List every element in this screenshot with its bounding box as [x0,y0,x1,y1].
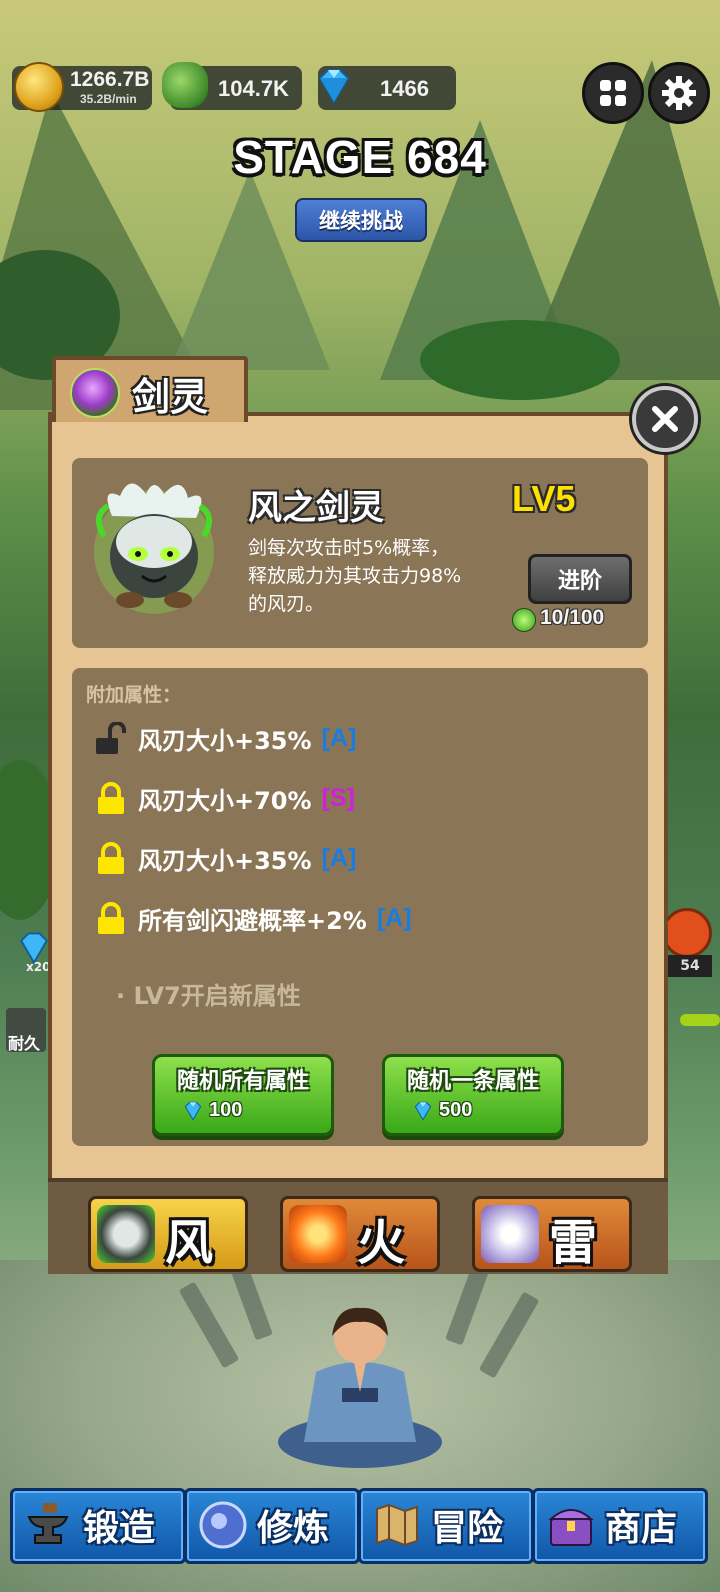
attribute-row[interactable]: 风刃大小+35% [A] [96,718,356,758]
close-icon [652,406,678,432]
side-gem-multiplier: x20 [26,960,51,974]
gear-icon [662,76,696,110]
bottom-navigation: 锻造 修炼 冒险 商店 [0,1480,720,1592]
spirit-description-line: 剑每次攻击时5%概率， [248,537,450,559]
button-label: 随机所有属性 [176,1069,309,1094]
tab-thunder[interactable]: 雷 [472,1196,632,1272]
attribute-text: 风刃大小+35% [138,726,312,755]
element-tab-bar: 风 火 雷 [48,1178,668,1274]
random-all-attributes-button[interactable]: 随机所有属性 100 [152,1054,334,1136]
continue-challenge-button[interactable]: 继续挑战 [295,198,427,242]
gold-coin-icon [14,62,64,112]
jade-counter: 104.7K [162,62,302,110]
attribute-grade: [A] [321,723,357,752]
attribute-grade: [A] [321,843,357,872]
nav-forge[interactable]: 锻造 [10,1488,186,1564]
tab-label: 火 [357,1215,406,1271]
diamond-icon [184,1101,202,1121]
anvil-icon [27,1503,69,1544]
hero-character [278,1307,442,1468]
attribute-row[interactable]: 所有剑闪避概率+2% [A] [96,898,412,938]
button-cost: 500 [439,1099,473,1121]
spirit-name: 风之剑灵 [248,488,384,528]
button-cost: 100 [209,1099,243,1121]
close-button[interactable] [632,386,698,452]
attribute-grade: [S] [321,783,355,812]
diamond-icon [414,1101,432,1121]
tab-fire[interactable]: 火 [280,1196,440,1272]
thunder-spirit-icon [481,1205,539,1263]
lock-icon[interactable] [96,902,126,934]
attribute-row[interactable]: 风刃大小+70% [S] [96,778,355,818]
button-label: 随机一条属性 [406,1069,539,1094]
fire-spirit-icon [289,1205,347,1263]
side-event-count: 54 [668,955,712,977]
dialog-title: 剑灵 [132,375,209,419]
nav-label: 冒险 [431,1508,504,1549]
attribute-text: 风刃大小+35% [138,846,312,875]
attribute-text: 所有剑闪避概率+2% [138,906,367,935]
nav-adventure[interactable]: 冒险 [358,1488,534,1564]
attributes-header: 附加属性： [86,684,182,706]
side-progress-bar [680,1014,720,1026]
lock-icon[interactable] [96,842,126,874]
jade-value: 104.7K [218,76,289,101]
spirit-orb-icon [70,368,120,418]
durability-indicator: 耐久 [6,1008,46,1053]
durability-label: 耐久 [8,1034,41,1053]
tab-label: 风 [165,1215,214,1271]
nav-label: 修炼 [257,1508,330,1549]
lock-icon[interactable] [96,782,126,814]
nav-shop[interactable]: 商店 [532,1488,708,1564]
spirit-fragment-count: 10/100 [540,606,605,629]
nav-label: 锻造 [83,1508,156,1549]
attribute-grade: [A] [376,903,412,932]
attribute-text: 风刃大小+70% [138,786,312,815]
advance-button[interactable]: 进阶 [528,554,632,604]
gem-value: 1466 [380,76,429,101]
spirit-description-line: 的风刃。 [248,593,325,615]
gold-rate: 35.2B/min [80,92,137,106]
spirit-fragment-icon [512,608,536,632]
gold-value: 1266.7B [70,68,150,91]
wind-spirit-portrait [94,483,214,614]
wind-spirit-icon [97,1205,155,1263]
chest-icon [548,1509,594,1546]
spirit-description-line: 释放威力为其攻击力98% [248,565,462,587]
tab-label: 雷 [549,1215,598,1271]
stage-title: STAGE 684 [233,131,487,183]
attribute-row[interactable]: 风刃大小+35% [A] [96,838,356,878]
map-icon [376,1503,418,1547]
diamond-icon [318,69,350,104]
gold-counter: 1266.7B 35.2B/min [12,62,152,112]
tab-wind[interactable]: 风 [88,1196,248,1272]
jade-icon [162,62,208,108]
orb-icon [199,1501,247,1549]
side-event-icon[interactable] [662,908,712,958]
settings-button[interactable] [648,62,710,124]
random-one-attribute-button[interactable]: 随机一条属性 500 [382,1054,564,1136]
grid-icon [600,80,626,106]
spirit-level: LV5 [512,478,576,519]
menu-grid-button[interactable] [582,62,644,124]
extra-attributes-box: 附加属性： 风刃大小+35% [A] 风刃大小+70% [S] 风刃大小+35%… [72,668,648,1146]
spirit-description: 剑每次攻击时5%概率， 释放威力为其攻击力98% 的风刃。 [248,534,508,618]
gem-counter: 1466 [318,66,456,110]
unlocked-icon[interactable] [96,722,126,754]
nav-label: 商店 [605,1508,678,1549]
next-attribute-unlock: · LV7开启新属性 [116,982,301,1010]
spirit-info-card: 风之剑灵 LV5 剑每次攻击时5%概率， 释放威力为其攻击力98% 的风刃。 进… [72,458,648,648]
nav-cultivate[interactable]: 修炼 [184,1488,360,1564]
dialog-title-tab: 剑灵 [52,356,248,422]
